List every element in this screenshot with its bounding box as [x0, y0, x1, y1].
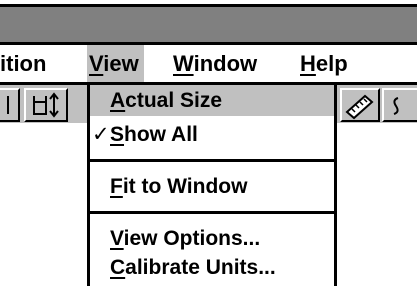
toolbar-button-bucket[interactable] [24, 88, 68, 122]
menu-separator [90, 159, 334, 162]
menu-item-calibrate-units[interactable]: Calibrate Units... [90, 252, 334, 283]
menu-item-view-options[interactable]: View Options... [90, 223, 334, 254]
toolbar-button-partial-left[interactable] [0, 88, 20, 122]
menu-position[interactable]: ition [0, 45, 46, 82]
checkmark-icon: ✓ [92, 123, 110, 146]
toolbar-button-partial-right[interactable] [382, 88, 417, 122]
menu-item-fit-to-window[interactable]: Fit to Window [90, 171, 334, 202]
menu-help[interactable]: Help [300, 45, 348, 82]
menu-separator [90, 211, 334, 214]
partial-tool-icon [7, 96, 9, 114]
menu-item-show-all[interactable]: ✓ Show All [90, 119, 334, 150]
menu-item-actual-size[interactable]: Actual Size [90, 85, 334, 116]
ruler-icon [345, 94, 374, 120]
view-dropdown-menu: Actual Size ✓ Show All Fit to Window Vie… [87, 85, 337, 286]
window-title-bar[interactable] [0, 0, 417, 45]
menu-bar: ition View Window Help [0, 45, 417, 85]
menu-view[interactable]: View [87, 45, 144, 82]
toolbar-button-ruler[interactable] [340, 88, 380, 122]
window-frame-top [0, 0, 417, 7]
partial-tool-icon [393, 97, 399, 115]
bucket-arrows-icon [33, 92, 59, 118]
menu-window[interactable]: Window [173, 45, 257, 82]
